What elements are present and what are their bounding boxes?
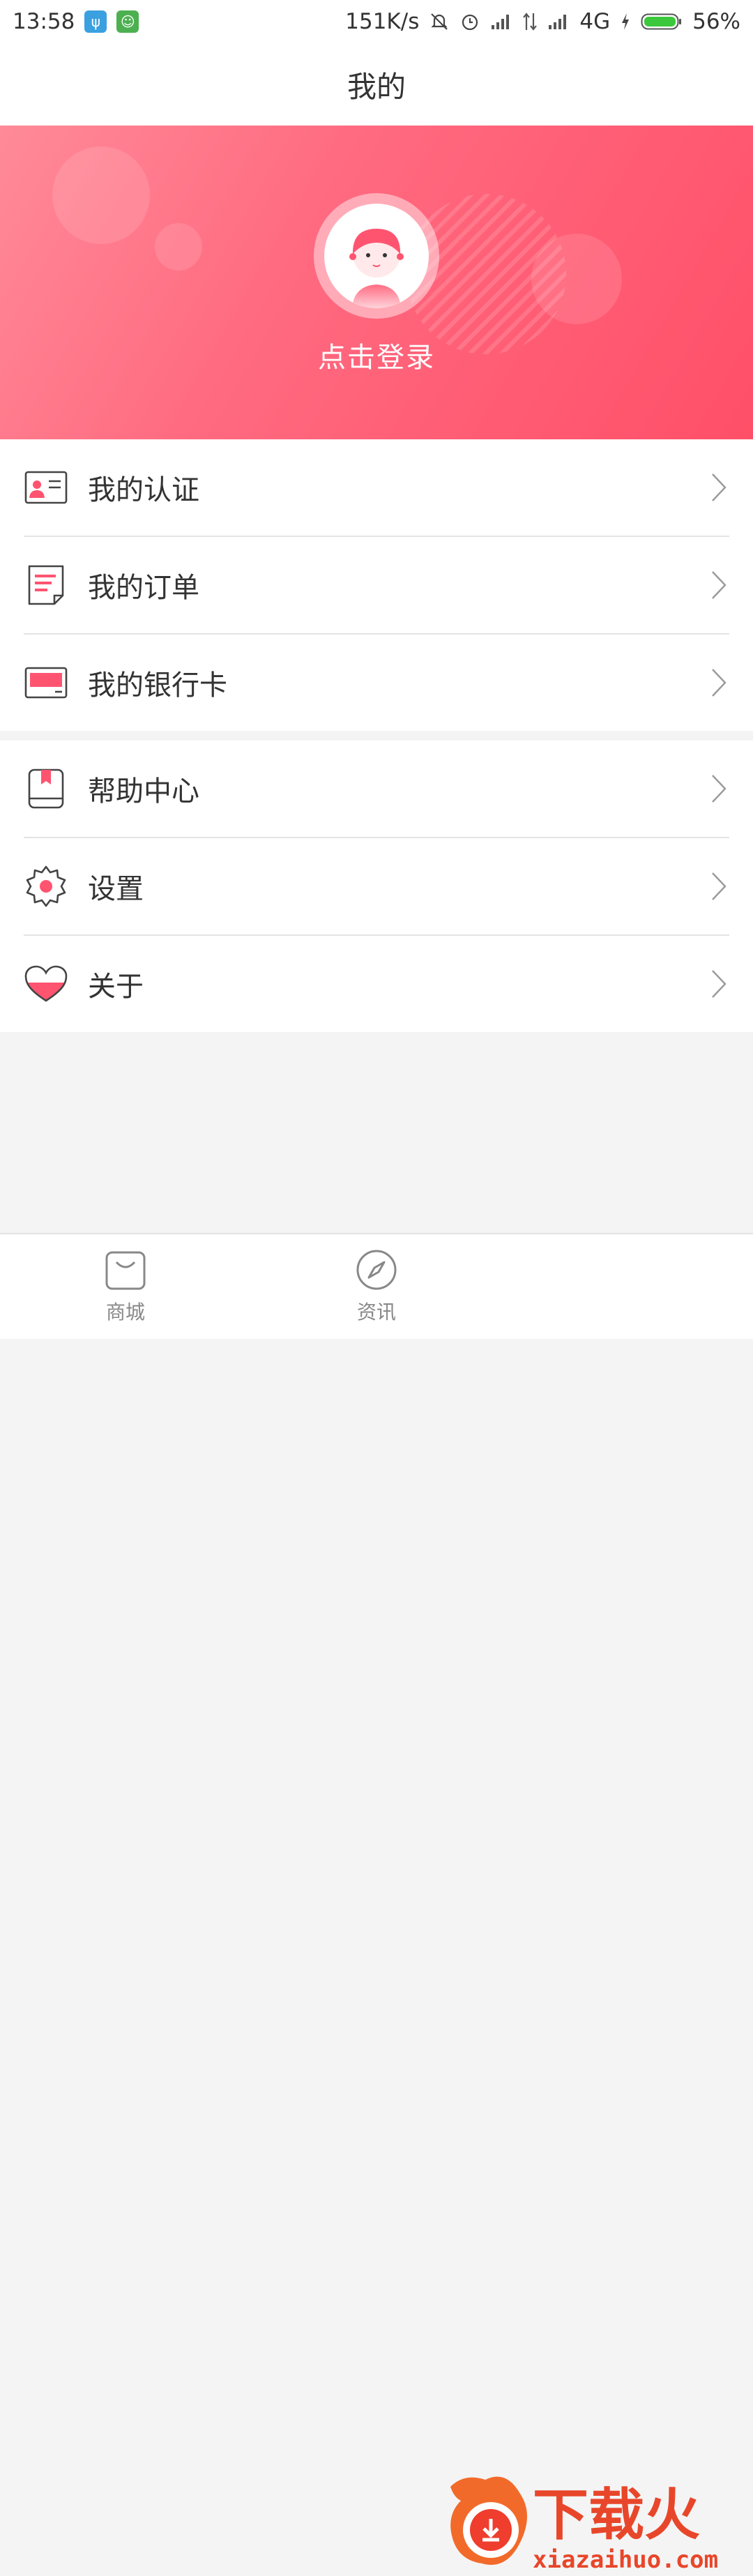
chevron-right-icon [708,568,729,602]
decor-circle [52,146,150,244]
usb-icon: ψ [84,10,107,33]
battery-percent: 56% [692,9,740,34]
tab-news[interactable]: 资讯 [307,1247,446,1325]
battery-icon [641,12,683,31]
chevron-right-icon [708,666,729,699]
menu-item-certification[interactable]: 我的认证 [0,439,753,536]
settings-gear-icon [24,864,68,909]
menu-item-label: 帮助中心 [88,775,199,808]
menu-item-label: 我的银行卡 [88,669,227,702]
bank-card-icon [24,660,68,705]
watermark-logo: 下载火 xiazaihuo.com [443,2473,753,2574]
bottom-tab-bar: 商城 资讯 下载火 xiazaihuo.com [0,1233,753,2574]
login-link[interactable]: 点击登录 [0,335,753,375]
chevron-right-icon [708,772,729,805]
tab-label: 商城 [105,1301,145,1324]
menu-item-label: 设置 [88,873,144,905]
status-time: 13:58 [13,9,75,34]
menu-item-label: 我的订单 [88,572,199,604]
tab-mall[interactable]: 商城 [56,1247,195,1325]
shopping-bag-icon [56,1247,195,1293]
profile-banner: 点击登录 [0,126,753,439]
menu-item-orders[interactable]: 我的订单 [0,537,753,633]
menu-group-account: 我的认证 我的订单 我的银行卡 [0,439,753,731]
compass-icon [307,1247,446,1293]
default-avatar-icon [349,229,404,308]
alarm-icon [459,11,480,32]
menu-item-label: 我的认证 [88,474,199,506]
help-book-icon [24,766,68,811]
watermark-url: xiazaihuo.com [533,2546,718,2573]
android-icon: ☺ [116,10,139,33]
menu-item-settings[interactable]: 设置 [0,838,753,934]
menu-group-app: 帮助中心 设置 关于 [0,741,753,1032]
menu-item-about[interactable]: 关于 [0,936,753,1032]
order-list-icon [24,563,68,607]
chevron-right-icon [708,870,729,903]
menu-item-help-center[interactable]: 帮助中心 [0,741,753,837]
mute-icon [429,11,450,32]
chevron-right-icon [708,967,729,1001]
chevron-right-icon [708,471,729,504]
net-speed: 151K/s [345,9,420,34]
watermark-text: 下载火 [533,2483,700,2547]
page-title: 我的 [347,69,406,104]
avatar [324,204,429,308]
decor-circle-right [531,234,622,324]
menu-item-bank-card[interactable]: 我的银行卡 [0,635,753,731]
signal-icon [490,13,512,31]
charging-icon [620,12,631,31]
heart-icon [24,962,68,1006]
network-type: 4G [579,9,611,34]
status-bar: 13:58 ψ ☺ 151K/s 4G 56% [0,0,753,43]
signal-icon-2 [547,13,570,31]
data-transfer-icon [522,12,538,31]
menu-item-label: 关于 [88,971,144,1003]
avatar-button[interactable] [314,193,439,319]
page-header: 我的 [0,43,753,126]
id-card-icon [24,465,68,510]
tab-label: 资讯 [356,1301,396,1324]
decor-circle-small [155,223,202,271]
